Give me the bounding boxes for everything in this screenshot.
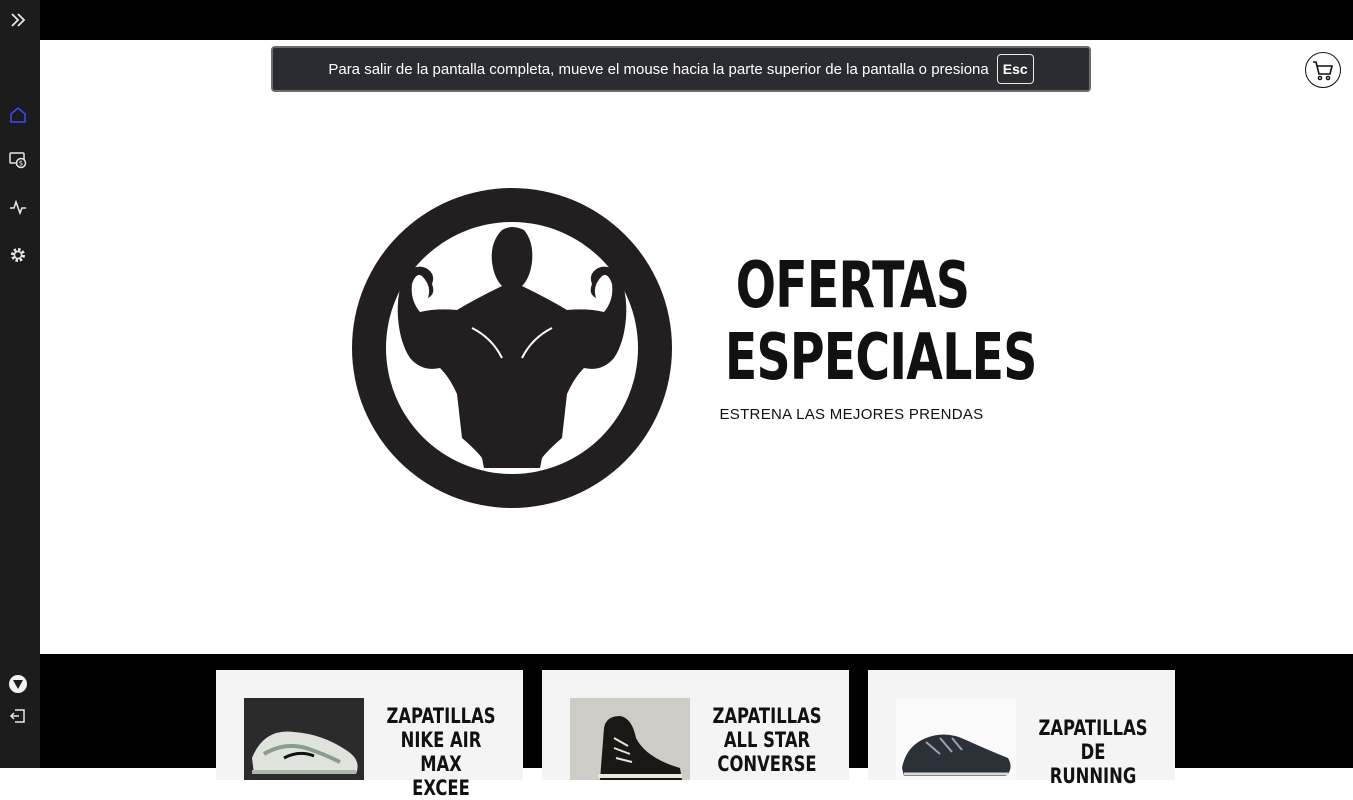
top-bar (40, 0, 1353, 40)
cart-button[interactable] (1305, 52, 1341, 88)
cart-icon (1313, 61, 1334, 81)
hero-title-line-1: OFERTAS (735, 249, 970, 323)
hero-subtitle: ESTRENA LAS MEJORES PRENDAS (719, 406, 984, 423)
svg-text:$: $ (19, 160, 23, 168)
product-title: ZAPATILLAS ALL STAR CONVERSE (709, 704, 826, 776)
hero-title-line-2: ESPECIALES (724, 321, 1038, 395)
brand-logo-icon (8, 674, 28, 694)
expand-sidebar-icon[interactable] (8, 10, 28, 30)
bodybuilder-logo (352, 188, 672, 508)
product-card[interactable]: ZAPATILLAS ALL STAR CONVERSE (542, 670, 849, 780)
product-title: ZAPATILLAS DE RUNNING (1035, 716, 1152, 788)
product-title-line: ZAPATILLAS (712, 704, 822, 728)
logout-icon[interactable] (8, 706, 28, 726)
fullscreen-notice: Para salir de la pantalla completa, muev… (271, 46, 1091, 92)
product-title-line: ZAPATILLAS DE (1038, 716, 1148, 764)
hero-title: OFERTAS ESPECIALES (724, 249, 1038, 395)
fullscreen-notice-text: Para salir de la pantalla completa, muev… (328, 60, 989, 78)
gear-icon[interactable] (8, 245, 28, 265)
product-title-line: NIKE AIR MAX (400, 728, 482, 776)
product-title-line: EXCEE (412, 776, 470, 800)
money-icon[interactable]: $ (8, 150, 28, 170)
esc-key-badge: Esc (996, 54, 1034, 84)
product-card[interactable]: ZAPATILLAS DE RUNNING (868, 670, 1175, 788)
activity-icon[interactable] (8, 197, 28, 217)
product-title: ZAPATILLAS NIKE AIR MAX EXCEE (383, 704, 500, 800)
product-card[interactable]: ZAPATILLAS NIKE AIR MAX EXCEE (216, 670, 523, 800)
home-icon[interactable] (8, 105, 28, 125)
product-title-line: CONVERSE (717, 752, 817, 776)
product-title-line: ZAPATILLAS (386, 704, 496, 728)
sidebar: $ (0, 0, 40, 768)
products-section: ZAPATILLAS NIKE AIR MAX EXCEE ZAPATILLAS… (40, 654, 1353, 800)
product-title-line: ALL STAR (723, 728, 811, 752)
